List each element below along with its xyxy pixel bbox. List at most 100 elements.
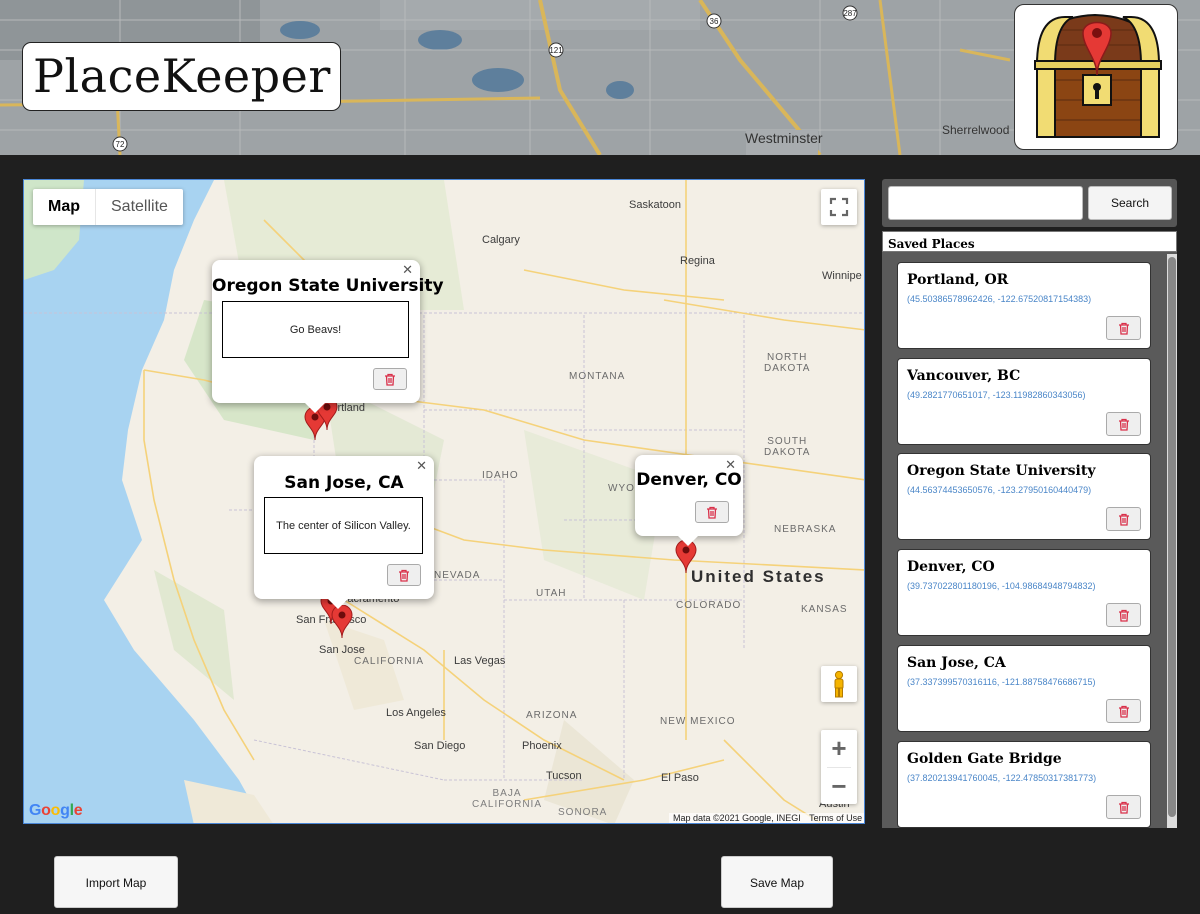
map-label-baja-california: BAJA CALIFORNIA xyxy=(472,788,543,810)
map-label-colorado: COLORADO xyxy=(676,600,742,611)
saved-place-name: Golden Gate Bridge xyxy=(907,751,1062,767)
delete-place-button[interactable] xyxy=(1106,795,1141,819)
info-close-icon[interactable]: ✕ xyxy=(402,262,413,278)
trash-icon xyxy=(1118,418,1129,431)
pegman-icon xyxy=(834,670,844,698)
map-type-map-button[interactable]: Map xyxy=(33,189,96,225)
saved-place-coords: (37.337399570316116, -121.88758476686715… xyxy=(907,677,1096,687)
saved-place-card[interactable]: Golden Gate Bridge (37.820213941760045, … xyxy=(897,741,1151,828)
saved-place-coords: (37.820213941760045, -122.47850317381773… xyxy=(907,773,1097,783)
saved-place-name: Vancouver, BC xyxy=(907,368,1021,384)
zoom-in-button[interactable]: + xyxy=(821,730,857,767)
zoom-control: + − xyxy=(821,730,857,804)
delete-place-button[interactable] xyxy=(1106,699,1141,723)
info-delete-button[interactable] xyxy=(387,564,421,586)
info-window-note[interactable]: The center of Silicon Valley. xyxy=(264,497,423,554)
trash-icon xyxy=(1118,513,1129,526)
delete-place-button[interactable] xyxy=(1106,603,1141,627)
saved-place-card[interactable]: San Jose, CA (37.337399570316116, -121.8… xyxy=(897,645,1151,732)
saved-places-list[interactable]: Portland, OR (45.50386578962426, -122.67… xyxy=(882,254,1167,828)
map-label-las-vegas: Las Vegas xyxy=(454,655,506,667)
map-label-arizona: ARIZONA xyxy=(526,710,578,721)
map-label-nebraska: NEBRASKA xyxy=(774,524,837,535)
saved-places-header: Saved Places xyxy=(882,231,1177,252)
info-window-title: San Jose, CA xyxy=(284,473,404,493)
saved-place-coords: (49.2821770651017, -123.11982860343056) xyxy=(907,390,1086,400)
map-label-sonora: SONORA xyxy=(558,807,608,818)
saved-place-card[interactable]: Vancouver, BC (49.2821770651017, -123.11… xyxy=(897,358,1151,445)
map-label-montana: MONTANA xyxy=(569,371,626,382)
header-shield-121: 121 xyxy=(549,46,563,55)
saved-place-name: Portland, OR xyxy=(907,272,1009,288)
saved-place-coords: (39.737022801180196, -104.98684948794832… xyxy=(907,581,1096,591)
info-delete-button[interactable] xyxy=(373,368,407,390)
header-label-westminster: Westminster xyxy=(745,130,823,146)
map-label-idaho: IDAHO xyxy=(482,470,519,481)
map-label-utah: UTAH xyxy=(536,588,567,599)
trash-icon xyxy=(385,373,395,386)
trash-icon xyxy=(1118,322,1129,335)
saved-places-panel: Saved Places Portland, OR (45.5038657896… xyxy=(882,231,1177,828)
map-marker-san-jose[interactable] xyxy=(331,605,353,639)
map-type-satellite-button[interactable]: Satellite xyxy=(96,189,183,225)
saved-places-scrollbar[interactable] xyxy=(1167,254,1177,828)
save-map-button[interactable]: Save Map xyxy=(721,856,833,908)
saved-place-coords: (45.50386578962426, -122.67520817154383) xyxy=(907,294,1092,304)
map-label-new-mexico: NEW MEXICO xyxy=(660,716,736,727)
header-shield-72: 72 xyxy=(116,140,125,149)
info-close-icon[interactable]: ✕ xyxy=(725,457,736,473)
street-view-pegman[interactable] xyxy=(821,666,857,702)
saved-place-name: Denver, CO xyxy=(907,559,995,575)
import-map-button[interactable]: Import Map xyxy=(54,856,178,908)
google-logo: Google xyxy=(29,802,83,819)
map-label-tucson: Tucson xyxy=(546,770,582,782)
delete-place-button[interactable] xyxy=(1106,316,1141,340)
app-logo xyxy=(1014,4,1178,150)
map-label-north-dakota: NORTH DAKOTA xyxy=(764,352,811,374)
header-label-sherrelwood: Sherrelwood xyxy=(942,123,1009,137)
map-footer: Map data ©2021 Google, INEGI Terms of Us… xyxy=(669,813,864,823)
map-label-los-angeles: Los Angeles xyxy=(386,707,446,719)
search-input[interactable] xyxy=(888,186,1083,220)
map-label-regina: Regina xyxy=(680,255,715,267)
zoom-out-button[interactable]: − xyxy=(821,768,857,805)
treasure-chest-icon xyxy=(1034,13,1162,138)
trash-icon xyxy=(707,506,717,519)
map-label-nevada: NEVADA xyxy=(434,570,481,581)
saved-place-card[interactable]: Portland, OR (45.50386578962426, -122.67… xyxy=(897,262,1151,349)
info-window-oregon-state: ✕ Oregon State University Go Beavs! xyxy=(212,260,444,413)
header-shield-36: 36 xyxy=(710,17,719,26)
info-delete-button[interactable] xyxy=(695,501,729,523)
info-close-icon[interactable]: ✕ xyxy=(416,458,427,474)
saved-place-coords: (44.56374453650576, -123.27950160440479) xyxy=(907,485,1092,495)
info-window-title: Denver, CO xyxy=(636,470,742,490)
delete-place-button[interactable] xyxy=(1106,507,1141,531)
saved-place-card[interactable]: Oregon State University (44.563744536505… xyxy=(897,453,1151,540)
info-window-title: Oregon State University xyxy=(212,276,444,296)
map-label-kansas: KANSAS xyxy=(801,604,848,615)
map-label-calgary: Calgary xyxy=(482,234,520,246)
app-title: PlaceKeeper xyxy=(22,42,341,111)
map-label-united-states: United States xyxy=(691,567,826,586)
trash-icon xyxy=(1118,705,1129,718)
map-type-control: Map Satellite xyxy=(33,189,183,225)
search-bar: Search xyxy=(882,179,1177,227)
map-label-saskatoon: Saskatoon xyxy=(629,199,681,211)
saved-place-name: Oregon State University xyxy=(907,463,1096,479)
map-label-wyoming: WYO xyxy=(608,483,635,494)
trash-icon xyxy=(399,569,409,582)
trash-icon xyxy=(1118,609,1129,622)
terms-of-use-link[interactable]: Terms of Use xyxy=(809,813,862,823)
delete-place-button[interactable] xyxy=(1106,412,1141,436)
map-view[interactable]: Saskatoon Calgary Regina Winnipe NORTH D… xyxy=(23,179,865,824)
info-window-note[interactable]: Go Beavs! xyxy=(222,301,409,358)
fullscreen-icon xyxy=(829,197,849,217)
scrollbar-thumb[interactable] xyxy=(1168,257,1176,817)
header-shield-287: 287 xyxy=(843,9,857,18)
map-label-winnipeg: Winnipe xyxy=(822,270,862,282)
search-button[interactable]: Search xyxy=(1088,186,1172,220)
fullscreen-button[interactable] xyxy=(821,189,857,225)
map-attribution: Map data ©2021 Google, INEGI xyxy=(673,813,801,823)
saved-place-card[interactable]: Denver, CO (39.737022801180196, -104.986… xyxy=(897,549,1151,636)
map-label-san-diego: San Diego xyxy=(414,740,466,752)
